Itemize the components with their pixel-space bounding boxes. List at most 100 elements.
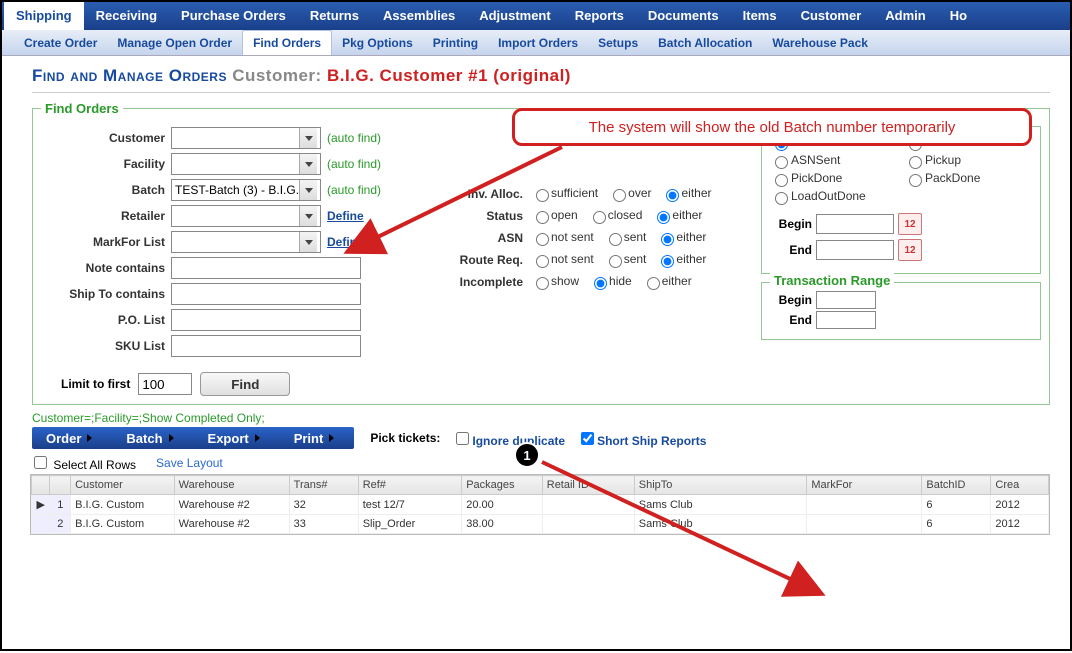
chevron-down-icon[interactable] <box>299 128 317 148</box>
retailer-define-link[interactable]: Define <box>327 209 364 223</box>
subnav-warehouse-pack[interactable]: Warehouse Pack <box>762 31 878 55</box>
col-indicator[interactable] <box>32 476 50 495</box>
col-retailid[interactable]: Retail ID <box>542 476 634 495</box>
nav-items[interactable]: Items <box>731 2 789 30</box>
menu-order[interactable]: Order <box>32 427 112 449</box>
facility-label: Facility <box>41 157 171 171</box>
subnav-find-orders[interactable]: Find Orders <box>242 30 332 55</box>
subnav-printing[interactable]: Printing <box>423 31 488 55</box>
col-ref[interactable]: Ref# <box>358 476 462 495</box>
filter-string: Customer=;Facility=;Show Completed Only; <box>32 411 1070 425</box>
row-number: 1 <box>50 495 71 515</box>
asn-either[interactable]: either <box>656 230 706 246</box>
po-list-label: P.O. List <box>41 313 171 327</box>
nav-admin[interactable]: Admin <box>873 2 937 30</box>
tr-end-input[interactable] <box>816 311 876 329</box>
dr-loadoutdone[interactable]: LoadOutDone <box>770 189 898 205</box>
markfor-define-link[interactable]: Define <box>327 235 364 249</box>
find-button[interactable]: Find <box>200 372 290 396</box>
subnav-import-orders[interactable]: Import Orders <box>488 31 588 55</box>
note-contains-input[interactable] <box>171 257 361 279</box>
subnav-create-order[interactable]: Create Order <box>14 31 107 55</box>
routereq-notsent[interactable]: not sent <box>531 252 594 268</box>
col-shipto[interactable]: ShipTo <box>634 476 807 495</box>
cell-ref: test 12/7 <box>358 495 462 515</box>
nav-returns[interactable]: Returns <box>298 2 371 30</box>
col-rownum[interactable] <box>50 476 71 495</box>
facility-combo[interactable] <box>171 153 321 175</box>
save-layout-link[interactable]: Save Layout <box>156 456 223 470</box>
incomplete-label: Incomplete <box>441 275 531 289</box>
po-list-input[interactable] <box>171 309 361 331</box>
incomplete-hide[interactable]: hide <box>589 274 632 290</box>
col-crea[interactable]: Crea <box>991 476 1049 495</box>
ignore-duplicate-checkbox[interactable]: Ignore duplicate <box>452 429 565 448</box>
incomplete-either[interactable]: either <box>642 274 692 290</box>
chevron-down-icon[interactable] <box>299 206 317 226</box>
col-customer[interactable]: Customer <box>71 476 175 495</box>
nav-more[interactable]: Ho <box>938 2 979 30</box>
retailer-combo[interactable] <box>171 205 321 227</box>
nav-documents[interactable]: Documents <box>636 2 731 30</box>
subnav-manage-open-order[interactable]: Manage Open Order <box>107 31 242 55</box>
col-packages[interactable]: Packages <box>462 476 543 495</box>
subnav-pkg-options[interactable]: Pkg Options <box>332 31 423 55</box>
cell-shipto: Sams Club <box>634 515 807 534</box>
tr-begin-input[interactable] <box>816 291 876 309</box>
customer-combo[interactable] <box>171 127 321 149</box>
shipto-contains-input[interactable] <box>171 283 361 305</box>
cell-trans: 33 <box>289 515 358 534</box>
dr-end-input[interactable] <box>816 240 894 260</box>
limit-input[interactable] <box>138 373 192 395</box>
chevron-down-icon[interactable] <box>299 154 317 174</box>
dr-pickup[interactable]: Pickup <box>904 153 1032 169</box>
subnav-setups[interactable]: Setups <box>588 31 648 55</box>
batch-combo[interactable]: TEST-Batch (3) - B.I.G. C <box>171 179 321 201</box>
page-title: Find and Manage Orders Customer: B.I.G. … <box>32 66 571 85</box>
select-all-rows-checkbox[interactable]: Select All Rows <box>30 453 136 472</box>
tr-end-label: End <box>770 313 816 327</box>
nav-assemblies[interactable]: Assemblies <box>371 2 467 30</box>
asn-notsent[interactable]: not sent <box>531 230 594 246</box>
dr-asnsent[interactable]: ASNSent <box>770 153 898 169</box>
calendar-icon[interactable] <box>898 213 922 235</box>
table-row[interactable]: ▶ 1 B.I.G. Custom Warehouse #2 32 test 1… <box>32 495 1049 515</box>
calendar-icon[interactable] <box>898 239 922 261</box>
menu-batch[interactable]: Batch <box>112 427 193 449</box>
menu-export[interactable]: Export <box>194 427 280 449</box>
filter-left-column: Customer (auto find) Facility (auto find… <box>41 126 421 396</box>
nav-reports[interactable]: Reports <box>563 2 636 30</box>
col-batchid[interactable]: BatchID <box>922 476 991 495</box>
invalloc-sufficient[interactable]: sufficient <box>531 186 598 202</box>
status-either[interactable]: either <box>652 208 702 224</box>
chevron-down-icon[interactable] <box>299 180 317 200</box>
nav-receiving[interactable]: Receiving <box>84 2 169 30</box>
dr-begin-input[interactable] <box>816 214 894 234</box>
chevron-down-icon[interactable] <box>299 232 317 252</box>
nav-purchase-orders[interactable]: Purchase Orders <box>169 2 298 30</box>
menu-print[interactable]: Print <box>280 427 355 449</box>
routereq-sent[interactable]: sent <box>604 252 647 268</box>
sku-list-input[interactable] <box>171 335 361 357</box>
col-markfor[interactable]: MarkFor <box>807 476 922 495</box>
status-open[interactable]: open <box>531 208 578 224</box>
markfor-combo[interactable] <box>171 231 321 253</box>
nav-customer[interactable]: Customer <box>789 2 874 30</box>
invalloc-over[interactable]: over <box>608 186 651 202</box>
cell-crea: 2012 <box>991 495 1049 515</box>
table-row[interactable]: 2 B.I.G. Custom Warehouse #2 33 Slip_Ord… <box>32 515 1049 534</box>
date-range-box: Date Range created confirmed ASNSent Pic… <box>761 126 1041 274</box>
dr-packdone[interactable]: PackDone <box>904 171 1032 187</box>
subnav-batch-allocation[interactable]: Batch Allocation <box>648 31 762 55</box>
short-ship-reports-checkbox[interactable]: Short Ship Reports <box>577 429 706 448</box>
routereq-either[interactable]: either <box>656 252 706 268</box>
status-closed[interactable]: closed <box>588 208 643 224</box>
col-trans[interactable]: Trans# <box>289 476 358 495</box>
incomplete-show[interactable]: show <box>531 274 579 290</box>
dr-pickdone[interactable]: PickDone <box>770 171 898 187</box>
invalloc-either[interactable]: either <box>661 186 711 202</box>
nav-adjustment[interactable]: Adjustment <box>467 2 563 30</box>
asn-sent[interactable]: sent <box>604 230 647 246</box>
col-warehouse[interactable]: Warehouse <box>174 476 289 495</box>
nav-shipping[interactable]: Shipping <box>4 2 84 30</box>
